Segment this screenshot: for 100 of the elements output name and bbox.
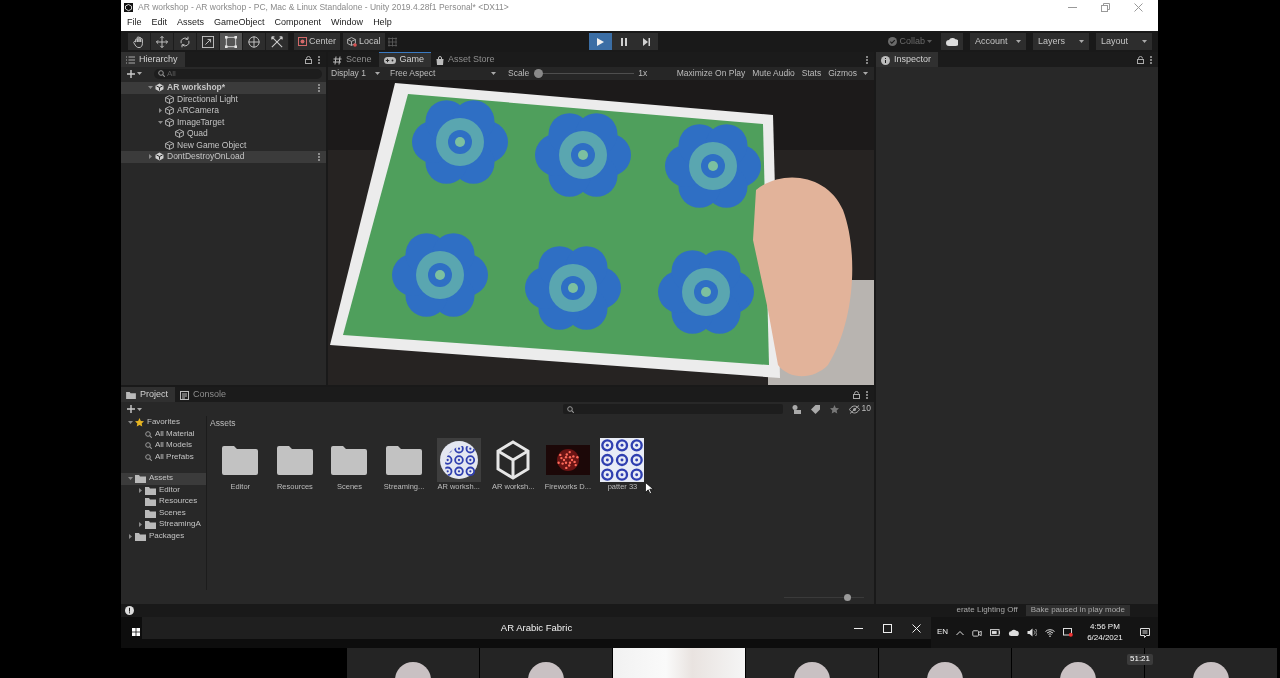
collapse-arrow-icon[interactable] [128,421,133,425]
sidebar-item[interactable]: Assets [121,473,206,485]
scale-slider[interactable] [534,69,635,78]
menu-item[interactable]: File [122,18,147,28]
notification-icon[interactable] [1140,627,1150,638]
cloud-button[interactable] [941,33,963,50]
scene-row[interactable]: AR workshop* [121,82,326,94]
tree-item[interactable]: New Game Object [156,139,247,151]
participant-tile[interactable] [480,648,613,678]
menu-item[interactable]: Window [326,18,369,28]
expand-arrow-icon[interactable] [129,533,132,539]
sidebar-item[interactable]: Scenes [136,507,186,519]
view-option-button[interactable]: Stats [801,68,822,79]
view-option-button[interactable]: Mute Audio [752,68,795,79]
lock-icon[interactable] [853,390,860,399]
sidebar-item[interactable]: Resources [136,496,198,508]
sidebar-item[interactable]: StreamingA [136,519,201,531]
menu-item[interactable]: GameObject [209,18,270,28]
collapse-arrow-icon[interactable] [128,477,133,481]
expand-arrow-icon[interactable] [159,108,162,114]
tool-button[interactable] [151,33,174,50]
sidebar-item[interactable]: Favorites [126,417,180,429]
expand-arrow-icon[interactable] [139,522,142,528]
speaker-icon[interactable] [1027,628,1038,637]
sidebar-item[interactable]: Packages [126,530,185,542]
clock-time[interactable]: 4:56 PM [1090,622,1120,632]
lock-icon[interactable] [1137,55,1144,64]
collapse-arrow-icon[interactable] [158,120,163,124]
sidebar-item[interactable]: All Prefabs [136,451,194,463]
menu-item[interactable]: Component [269,18,327,28]
expand-arrow-icon[interactable] [139,487,142,493]
chevron-up-icon[interactable] [956,629,965,636]
menu-item[interactable]: Edit [146,18,173,28]
tag-icon[interactable] [810,404,820,414]
sidebar-item[interactable]: Editor [136,484,180,496]
tool-button[interactable] [266,33,289,50]
step-button[interactable] [635,33,658,50]
panel-tab[interactable]: Console [175,387,234,402]
aspect-dropdown[interactable]: Free Aspect [389,67,500,80]
fireworks-thumbnail [545,444,590,475]
tool-button[interactable] [243,33,266,50]
view-tab[interactable]: Scene [328,52,379,67]
view-tab[interactable]: Asset Store [431,52,502,67]
view-tab[interactable]: Game [378,52,432,67]
add-icon[interactable] [127,405,135,413]
dropdown-button[interactable]: Layers [1033,33,1089,50]
participant-tile[interactable] [347,648,480,678]
maximize-icon[interactable] [883,623,892,633]
wifi-icon[interactable] [1045,628,1056,637]
status-message: erate Lighting Off [956,606,1018,615]
language-indicator[interactable]: EN [937,628,949,637]
lock-icon[interactable] [305,55,312,64]
collapse-arrow-icon[interactable] [148,86,153,90]
hierarchy-tab[interactable]: Hierarchy [121,52,185,67]
tool-button[interactable] [174,33,197,50]
tool-button[interactable] [197,33,220,50]
breadcrumb[interactable]: Assets [210,419,236,429]
restore-icon[interactable] [1101,3,1110,12]
pivot-button[interactable]: Local [343,33,385,50]
search-field[interactable]: All [154,68,322,79]
shapes-icon[interactable] [791,404,801,414]
pivot-button[interactable]: Center [294,33,340,50]
sidebar-item[interactable]: All Material [136,428,195,440]
tree-item[interactable]: Quad [166,128,208,140]
cloud-icon[interactable] [1008,629,1020,636]
menu-item[interactable]: Help [368,18,397,28]
tree-item[interactable]: Directional Light [156,93,238,105]
play-button[interactable] [589,33,612,50]
participant-tile[interactable] [746,648,879,678]
tree-item[interactable]: ARCamera [156,105,220,117]
panel-tab[interactable]: Project [121,387,175,402]
participant-tile[interactable] [879,648,1012,678]
four-squares-icon[interactable] [132,628,140,636]
tree-item[interactable]: ImageTarget [156,116,225,128]
expand-arrow-icon[interactable] [149,154,152,160]
screen-record-icon[interactable] [1063,628,1074,637]
menu-item[interactable]: Assets [172,18,210,28]
dropdown-button[interactable]: Layout [1096,33,1152,50]
display-dropdown[interactable]: Display 1 [331,67,380,80]
caret-icon [1016,40,1021,43]
gizmos-dropdown[interactable]: Gizmos [828,68,868,79]
add-icon[interactable] [127,69,135,78]
slider-thumb[interactable] [843,593,851,601]
hidden-packages-button[interactable]: 10 [848,404,871,414]
folder-icon [145,508,156,518]
minimize-icon[interactable] [854,627,863,629]
tool-button[interactable] [128,33,151,50]
scene-row[interactable]: DontDestroyOnLoad [121,151,326,163]
clock-date[interactable]: 6/24/2021 [1087,633,1123,643]
star-icon[interactable] [829,404,839,414]
video-camera-icon[interactable] [972,628,983,637]
sidebar-item[interactable]: All Models [136,440,192,452]
view-option-button[interactable]: Maximize On Play [676,68,746,79]
pause-button[interactable] [612,33,635,50]
inspector-tab[interactable]: Inspector [876,52,939,67]
tool-button[interactable] [220,33,243,50]
slider-thumb[interactable] [534,69,544,78]
search-field[interactable] [562,404,783,414]
battery-icon[interactable] [990,629,1001,636]
dropdown-button[interactable]: Account [970,33,1026,50]
